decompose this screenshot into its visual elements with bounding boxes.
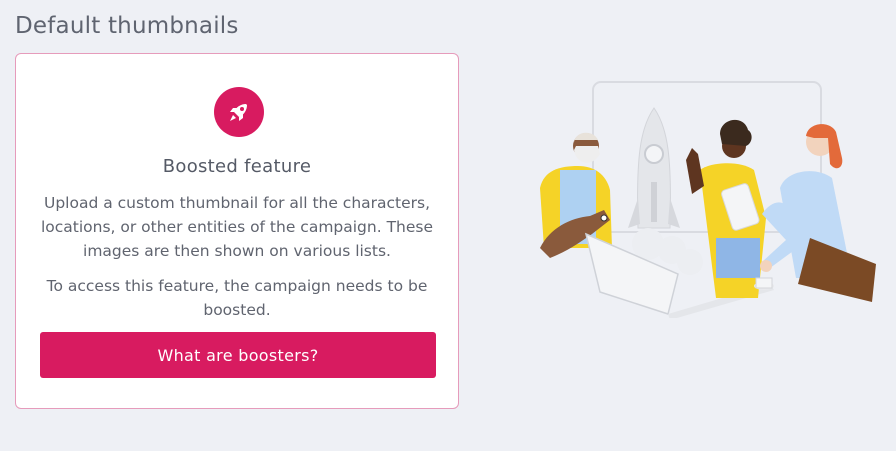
- feature-description: Upload a custom thumbnail for all the ch…: [40, 194, 434, 260]
- boosted-feature-card: Boosted feature Upload a custom thumbnai…: [15, 53, 459, 409]
- rocket-icon: [214, 87, 264, 137]
- team-launching-rocket-illustration: [530, 78, 880, 322]
- feature-access-note: To access this feature, the campaign nee…: [46, 277, 428, 319]
- what-are-boosters-button[interactable]: What are boosters?: [40, 332, 436, 378]
- page-title: Default thumbnails: [15, 13, 239, 39]
- feature-title: Boosted feature: [162, 156, 312, 177]
